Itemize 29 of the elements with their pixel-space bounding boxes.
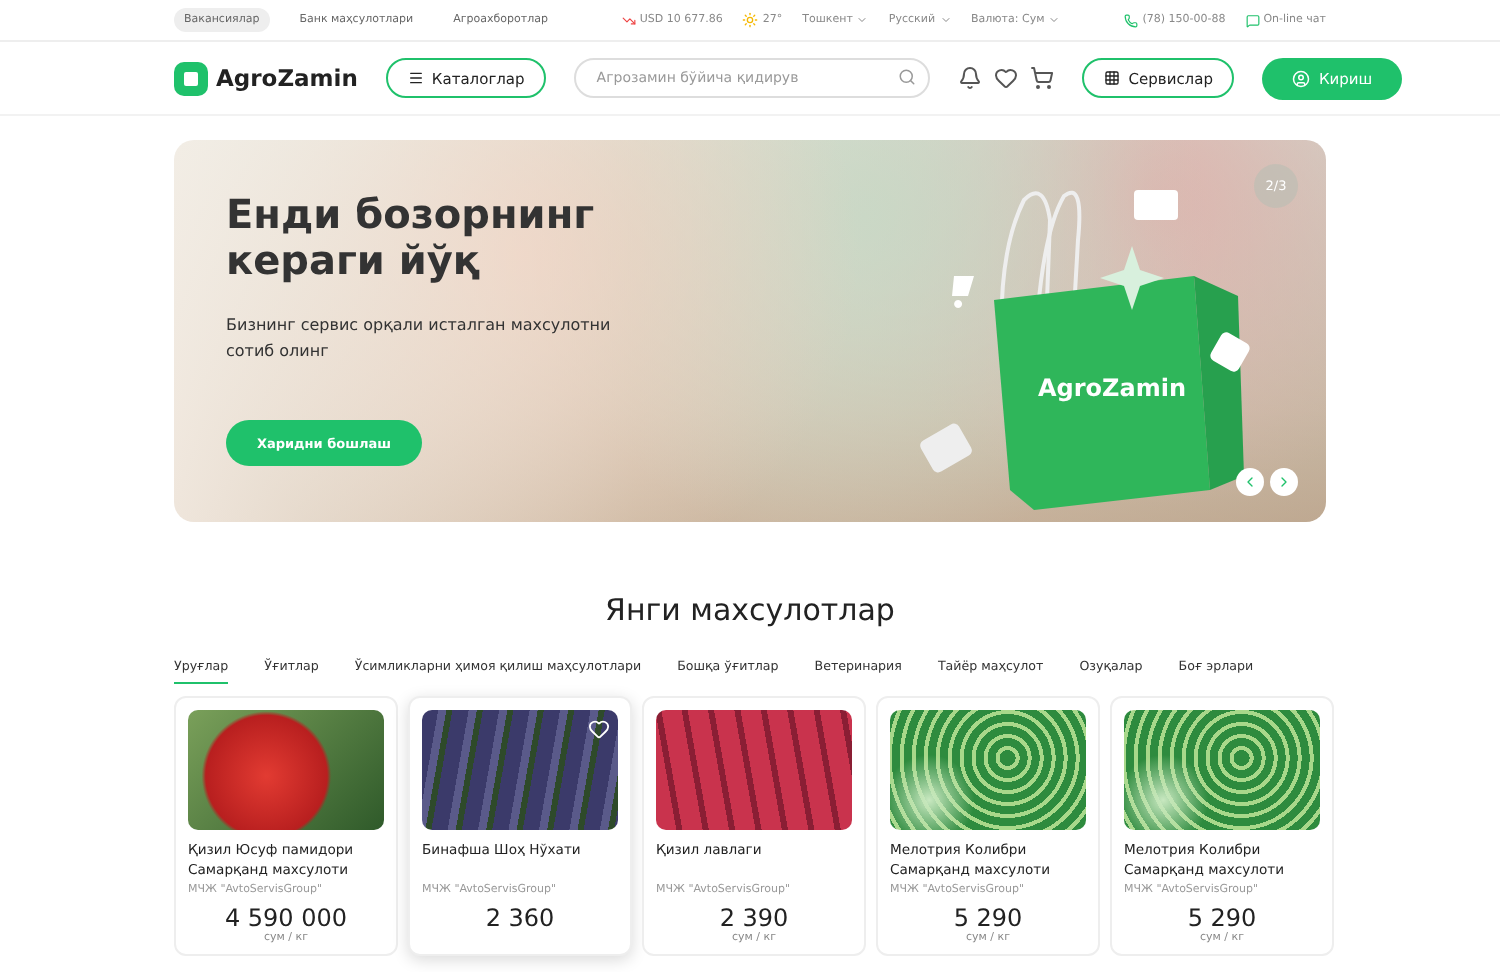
- phone-icon: [1124, 13, 1139, 27]
- next-button[interactable]: [1270, 468, 1298, 496]
- product-price: 5 290: [951, 904, 1025, 932]
- search-icon[interactable]: [898, 68, 917, 86]
- product-price: 5 290: [1185, 904, 1259, 932]
- logo-icon: [174, 61, 208, 95]
- logo-text[interactable]: AgroZamin: [216, 64, 358, 92]
- chevron-left-icon: [1242, 474, 1258, 490]
- trend-down-icon: [621, 13, 636, 27]
- grid-icon: [1104, 70, 1121, 86]
- bell-icon[interactable]: [958, 66, 983, 90]
- chevron-down-icon[interactable]: [856, 14, 869, 26]
- favorite-heart-icon[interactable]: [588, 718, 610, 740]
- heart-icon[interactable]: [994, 66, 1019, 90]
- chevron-right-icon: [1276, 474, 1292, 490]
- user-icon: [1292, 69, 1311, 87]
- previous-button[interactable]: [1236, 468, 1264, 496]
- product-price: 2 360: [483, 904, 557, 932]
- hero-subtitle: Бизнинг сервис орқали исталган махсулотни сотиб олинг: [226, 314, 613, 364]
- section-title: Янги махсулотлар: [603, 592, 897, 628]
- hero-title: Енди бозорнинг кераги йўқ: [226, 192, 597, 284]
- product-price: 4 590 000: [222, 904, 350, 932]
- chat-icon: [1245, 13, 1260, 27]
- product-price: 2 390: [717, 904, 791, 932]
- menu-icon: [407, 70, 424, 86]
- chevron-down-icon[interactable]: [939, 14, 952, 26]
- cart-icon[interactable]: [1030, 66, 1055, 90]
- chevron-down-icon[interactable]: [1048, 14, 1061, 26]
- sun-icon: [742, 12, 759, 28]
